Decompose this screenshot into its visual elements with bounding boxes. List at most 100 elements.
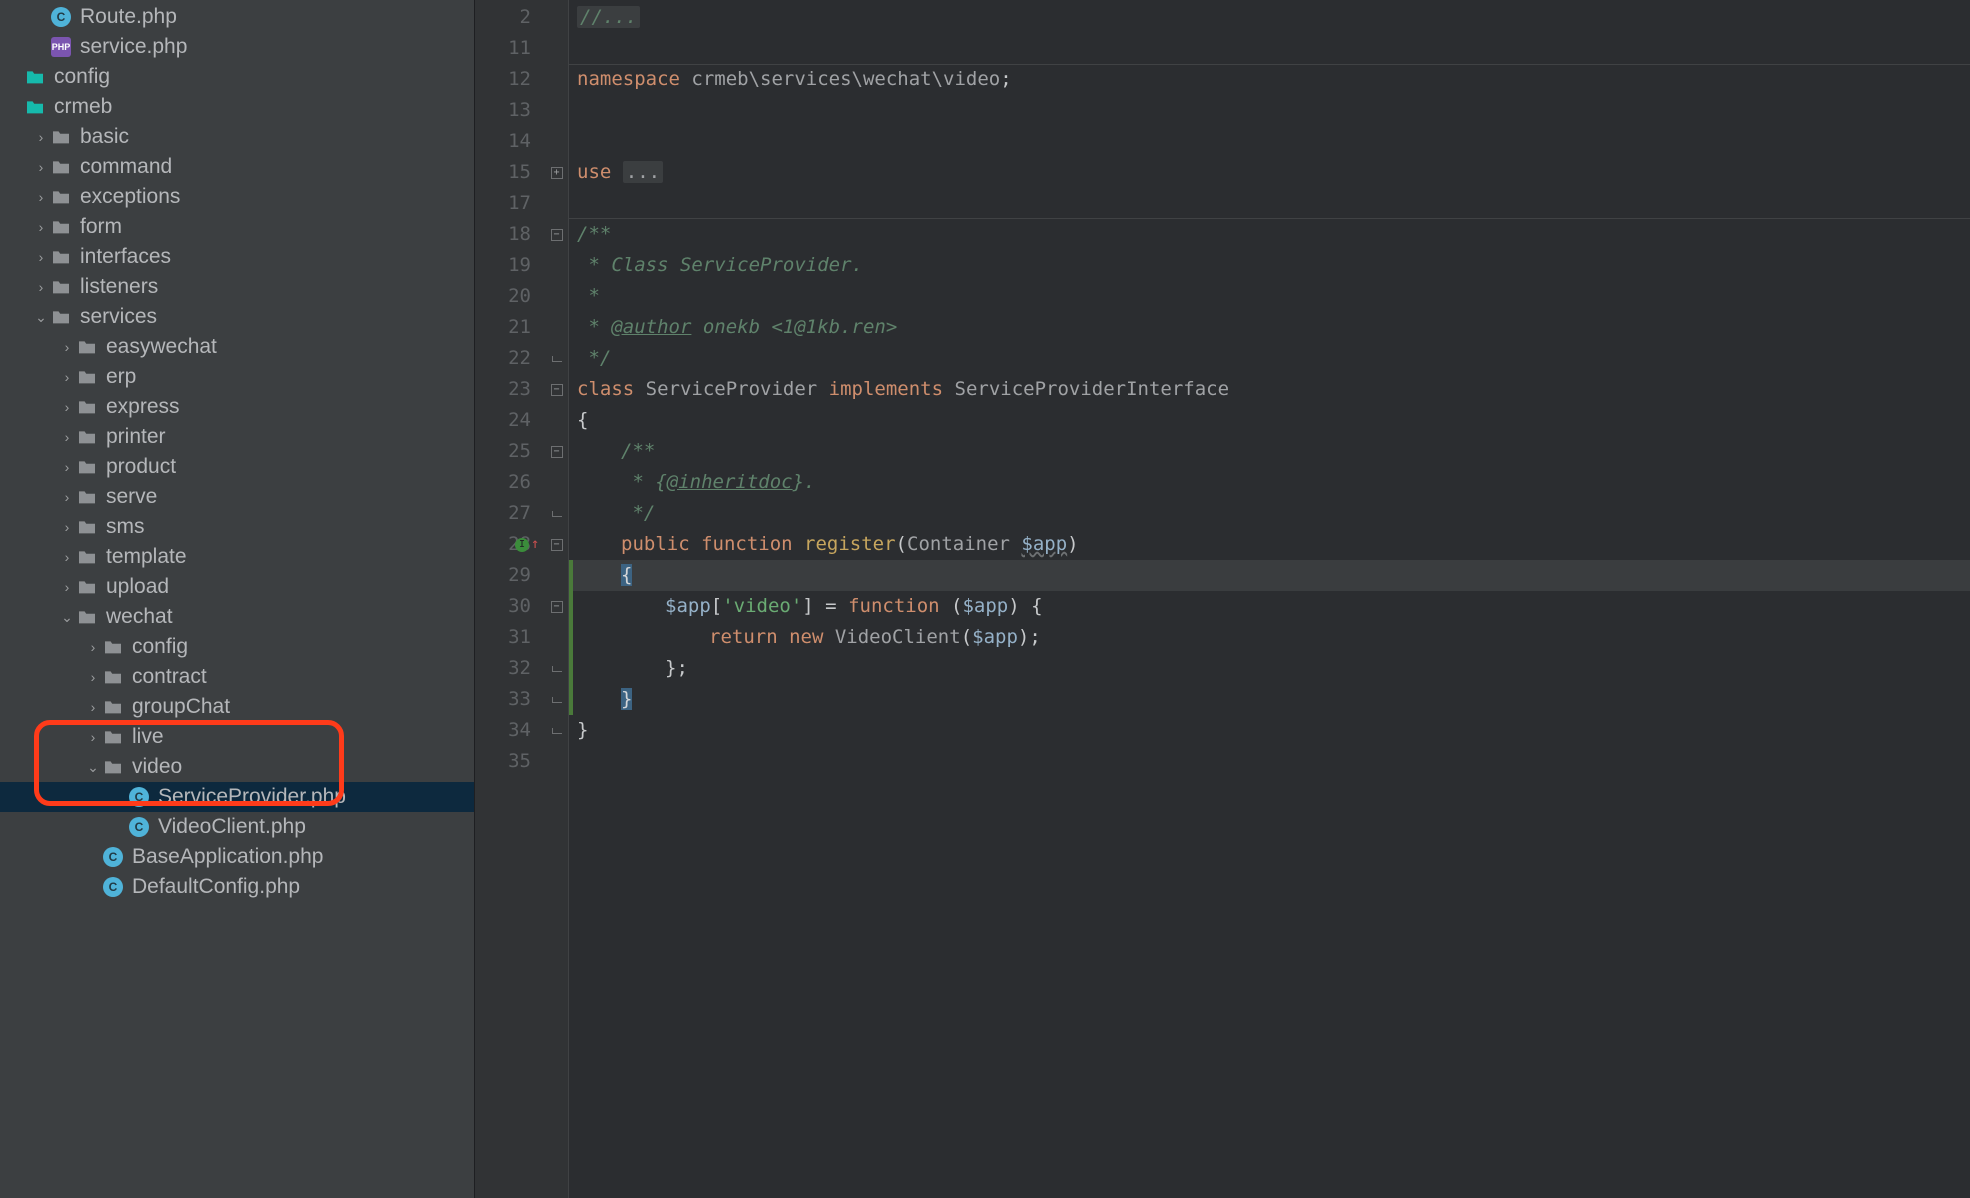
chevron-right-icon[interactable]: › [58,549,76,565]
fold-marker[interactable]: − [545,374,568,405]
tree-item-live[interactable]: ›live [0,722,474,752]
code-line[interactable]: return new VideoClient($app); [569,622,1970,653]
chevron-right-icon[interactable]: › [84,699,102,715]
code-line[interactable]: } [569,715,1970,746]
fold-marker[interactable] [545,498,568,529]
code-line[interactable]: class ServiceProvider implements Service… [569,374,1970,405]
fold-collapse-icon[interactable]: − [551,601,563,613]
tree-item-interfaces[interactable]: ›interfaces [0,242,474,272]
chevron-right-icon[interactable]: › [58,399,76,415]
chevron-right-icon[interactable]: › [58,429,76,445]
code-line[interactable]: /** [569,436,1970,467]
code-line[interactable] [569,95,1970,126]
chevron-right-icon[interactable]: › [84,729,102,745]
code-editor[interactable]: 2111213141517181920212223242526272829303… [475,0,1970,1198]
tree-item-service-php[interactable]: ›PHPservice.php [0,32,474,62]
chevron-right-icon[interactable]: › [32,189,50,205]
tree-item-groupchat[interactable]: ›groupChat [0,692,474,722]
chevron-right-icon[interactable]: › [58,519,76,535]
tree-item-services[interactable]: ⌄services [0,302,474,332]
code-line[interactable]: namespace crmeb\services\wechat\video; [569,64,1970,95]
fold-marker[interactable]: + [545,157,568,188]
tree-item-config[interactable]: ›config [0,62,474,92]
code-line[interactable] [569,188,1970,219]
fold-marker-column[interactable]: +−−−−I↑− [545,0,569,1198]
tree-item-sms[interactable]: ›sms [0,512,474,542]
code-line[interactable]: * @author onekb <1@1kb.ren> [569,312,1970,343]
fold-expand-icon[interactable]: + [551,167,563,179]
tree-item-basic[interactable]: ›basic [0,122,474,152]
code-line[interactable]: use ... [569,157,1970,188]
code-line[interactable]: /** [569,219,1970,250]
tree-item-form[interactable]: ›form [0,212,474,242]
code-line[interactable]: */ [569,343,1970,374]
tree-item-command[interactable]: ›command [0,152,474,182]
tree-item-easywechat[interactable]: ›easywechat [0,332,474,362]
tree-item-baseapplication-php[interactable]: ›CBaseApplication.php [0,842,474,872]
code-area[interactable]: //... namespace crmeb\services\wechat\vid… [569,0,1970,1198]
tree-item-listeners[interactable]: ›listeners [0,272,474,302]
fold-marker[interactable] [545,343,568,374]
tree-item-wechat[interactable]: ⌄wechat [0,602,474,632]
chevron-right-icon[interactable]: › [58,369,76,385]
tree-item-template[interactable]: ›template [0,542,474,572]
tree-item-printer[interactable]: ›printer [0,422,474,452]
chevron-right-icon[interactable]: › [32,279,50,295]
implements-marker-icon[interactable]: I [515,538,529,552]
fold-marker[interactable]: −I↑ [545,529,568,560]
chevron-right-icon[interactable]: › [58,489,76,505]
code-line[interactable]: } [569,684,1970,715]
tree-item-crmeb[interactable]: ›crmeb [0,92,474,122]
tree-item-videoclient-php[interactable]: ›CVideoClient.php [0,812,474,842]
tree-item-video[interactable]: ⌄video [0,752,474,782]
code-line[interactable]: */ [569,498,1970,529]
fold-marker[interactable]: − [545,591,568,622]
fold-marker[interactable] [545,715,568,746]
code-line[interactable]: * {@inheritdoc}. [569,467,1970,498]
fold-marker[interactable] [545,684,568,715]
fold-collapse-icon[interactable]: − [551,446,563,458]
chevron-down-icon[interactable]: ⌄ [58,609,76,626]
tree-item-exceptions[interactable]: ›exceptions [0,182,474,212]
tree-item-contract[interactable]: ›contract [0,662,474,692]
chevron-right-icon[interactable]: › [32,129,50,145]
chevron-right-icon[interactable]: › [58,579,76,595]
code-line[interactable] [569,126,1970,157]
chevron-right-icon[interactable]: › [32,249,50,265]
chevron-right-icon[interactable]: › [84,639,102,655]
tree-item-express[interactable]: ›express [0,392,474,422]
chevron-down-icon[interactable]: ⌄ [32,309,50,326]
chevron-right-icon[interactable]: › [58,459,76,475]
code-line[interactable] [569,746,1970,777]
code-line[interactable]: * [569,281,1970,312]
chevron-right-icon[interactable]: › [84,669,102,685]
tree-item-product[interactable]: ›product [0,452,474,482]
chevron-right-icon[interactable]: › [32,219,50,235]
code-line[interactable] [569,33,1970,64]
fold-marker[interactable]: − [545,219,568,250]
code-line[interactable]: * Class ServiceProvider. [569,250,1970,281]
fold-marker[interactable]: − [545,436,568,467]
chevron-down-icon[interactable]: ⌄ [84,759,102,776]
tree-item-route-php[interactable]: ›CRoute.php [0,2,474,32]
fold-collapse-icon[interactable]: − [551,539,563,551]
code-line[interactable]: $app['video'] = function ($app) { [569,591,1970,622]
tree-item-serve[interactable]: ›serve [0,482,474,512]
code-line[interactable]: { [569,405,1970,436]
chevron-right-icon[interactable]: › [58,339,76,355]
tree-item-upload[interactable]: ›upload [0,572,474,602]
tree-item-erp[interactable]: ›erp [0,362,474,392]
tree-item-defaultconfig-php[interactable]: ›CDefaultConfig.php [0,872,474,902]
project-sidebar[interactable]: ›CRoute.php›PHPservice.php›config›crmeb›… [0,0,475,1198]
chevron-right-icon[interactable]: › [32,159,50,175]
fold-collapse-icon[interactable]: − [551,384,563,396]
code-line[interactable]: { [569,560,1970,591]
tree-item-serviceprovider-php[interactable]: ›CServiceProvider.php [0,782,474,812]
fold-marker[interactable] [545,653,568,684]
tree-item-config[interactable]: ›config [0,632,474,662]
code-line[interactable]: }; [569,653,1970,684]
code-line[interactable]: //... [569,2,1970,33]
fold-collapse-icon[interactable]: − [551,229,563,241]
fold-marker [545,560,568,591]
code-line[interactable]: public function register(Container $app) [569,529,1970,560]
